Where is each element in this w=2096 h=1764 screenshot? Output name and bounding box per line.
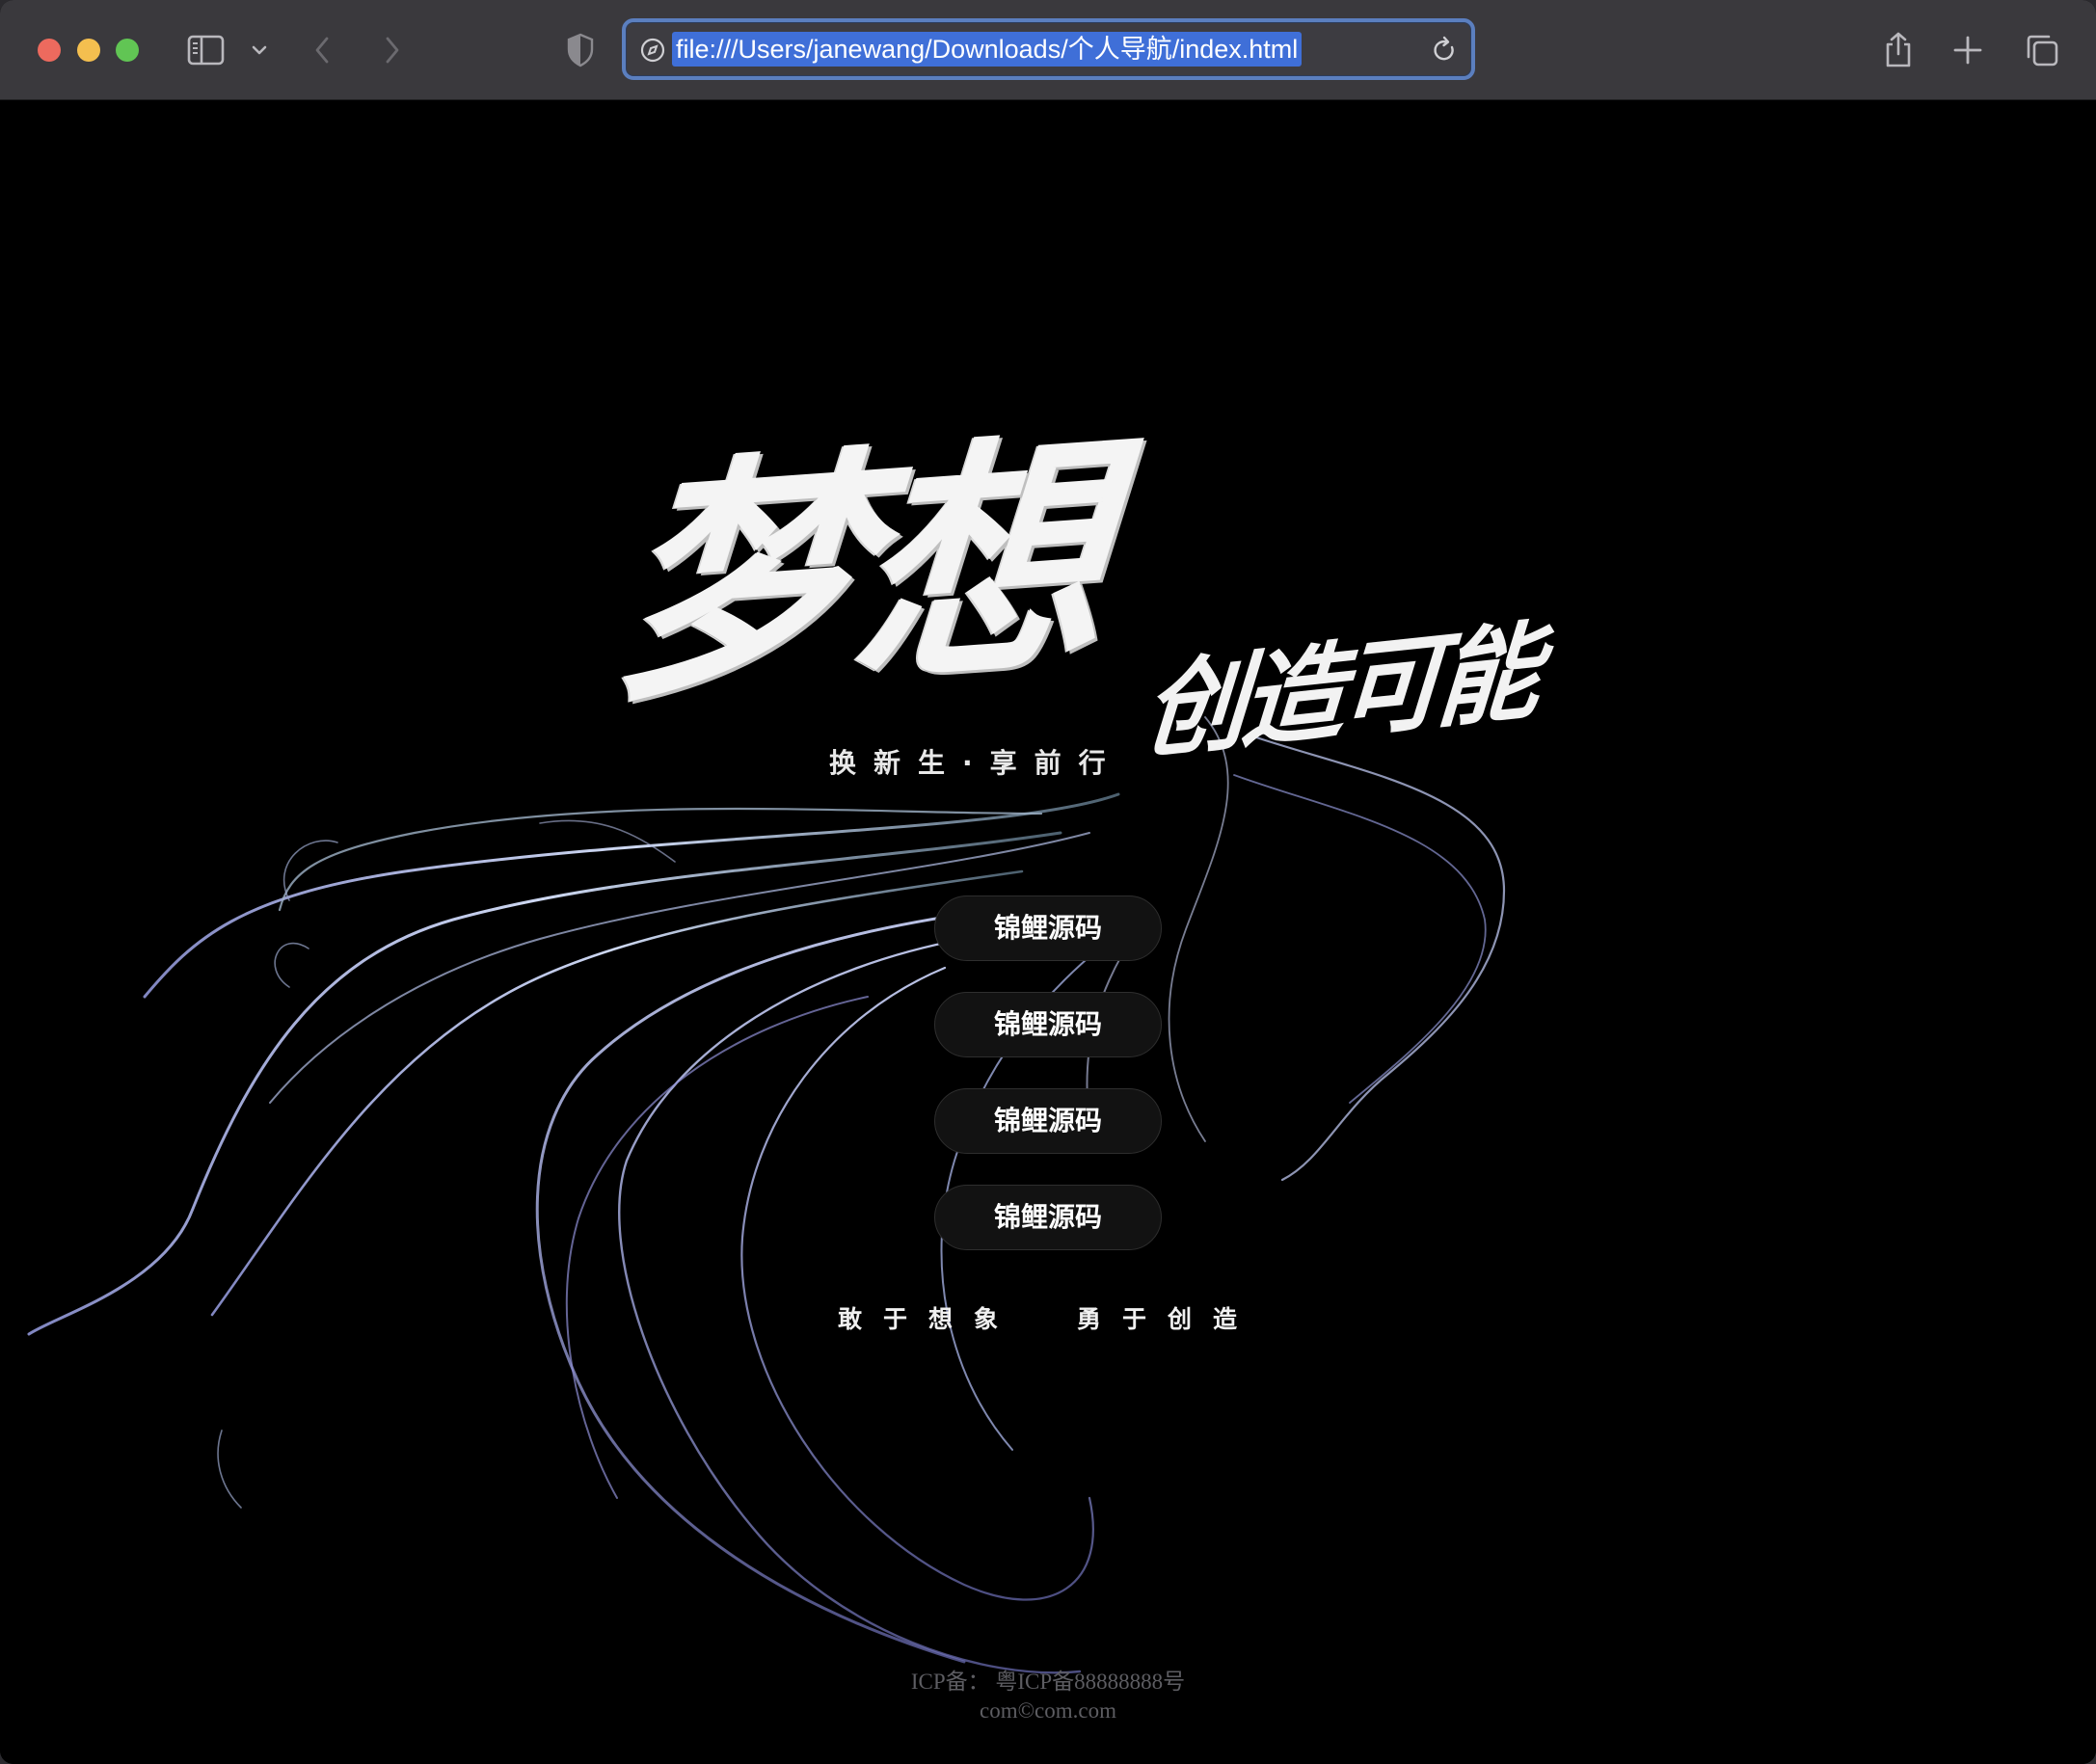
- slogan-right: 勇于创造: [1077, 1305, 1259, 1333]
- slogan: 敢于想象 勇于创造: [0, 1300, 2096, 1335]
- reload-icon[interactable]: [1431, 36, 1458, 68]
- plus-icon[interactable]: [1952, 31, 1983, 69]
- sidebar-icon[interactable]: [187, 31, 226, 69]
- nav-button-list: 锦鲤源码 锦鲤源码 锦鲤源码 锦鲤源码: [934, 895, 1162, 1281]
- nav-button[interactable]: 锦鲤源码: [934, 1185, 1162, 1250]
- close-window-button[interactable]: [38, 39, 61, 62]
- url-text[interactable]: file:///Users/janewang/Downloads/个人导航/in…: [672, 32, 1303, 67]
- footer: ICP备： 粤ICP备88888888号 com©com.com: [0, 1668, 2096, 1725]
- hero-title: 梦想: [606, 407, 1106, 737]
- nav-button[interactable]: 锦鲤源码: [934, 992, 1162, 1057]
- nav-button[interactable]: 锦鲤源码: [934, 895, 1162, 961]
- tabs-icon[interactable]: [2025, 31, 2059, 69]
- zoom-window-button[interactable]: [116, 39, 139, 62]
- chevron-right-icon[interactable]: [381, 31, 402, 69]
- footer-copyright: com©com.com: [979, 1698, 1117, 1723]
- browser-toolbar: file:///Users/janewang/Downloads/个人导航/in…: [0, 0, 2096, 100]
- minimize-window-button[interactable]: [77, 39, 100, 62]
- slogan-left: 敢于想象: [837, 1305, 1019, 1333]
- hero-tagline: 换新生·享前行: [829, 747, 1123, 779]
- compass-icon: [639, 37, 666, 67]
- page-content: 梦想 创造可能 换新生·享前行 锦鲤源码 锦鲤源码 锦鲤源码 锦鲤源码 敢于想象…: [0, 100, 2096, 1764]
- address-bar[interactable]: file:///Users/janewang/Downloads/个人导航/in…: [622, 18, 1475, 80]
- nav-button[interactable]: 锦鲤源码: [934, 1088, 1162, 1154]
- share-icon[interactable]: [1883, 31, 1914, 69]
- chevron-down-icon[interactable]: [250, 31, 269, 69]
- shield-icon[interactable]: [566, 31, 595, 69]
- footer-icp: ICP备： 粤ICP备88888888号: [910, 1670, 1186, 1694]
- browser-window: file:///Users/janewang/Downloads/个人导航/in…: [0, 0, 2096, 1764]
- chevron-left-icon[interactable]: [312, 31, 334, 69]
